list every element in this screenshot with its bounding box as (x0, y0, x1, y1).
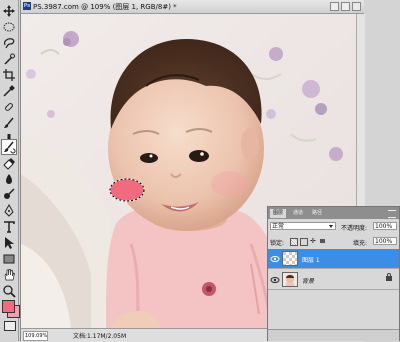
eyedropper-tool-icon[interactable] (2, 84, 16, 98)
chevron-down-icon (329, 225, 333, 228)
minimize-icon[interactable] (330, 2, 339, 11)
path-select-tool-icon[interactable] (2, 236, 16, 250)
brush-tool-icon[interactable] (2, 116, 16, 130)
document-titlebar: Ps PS.3987.com @ 109% (图层 1, RGB/8#) * (21, 0, 364, 14)
zoom-level-field[interactable]: 109.09% (23, 331, 48, 341)
crop-tool-icon[interactable] (2, 68, 16, 82)
layer-thumbnail (282, 251, 298, 266)
panel-menu-icon[interactable] (388, 210, 396, 218)
close-icon[interactable] (352, 2, 361, 11)
layer-name: 图层 1 (302, 257, 320, 264)
foreground-color-swatch[interactable] (2, 300, 15, 313)
tab-layers[interactable]: 图层 (270, 209, 287, 218)
lasso-tool-icon[interactable] (2, 36, 16, 50)
layer-name: 背景 (302, 278, 315, 285)
lock-fill-row: 锁定: ✛ 填充: 100% (270, 237, 398, 248)
maximize-icon[interactable] (341, 2, 350, 11)
hand-tool-icon[interactable] (2, 268, 16, 282)
type-tool-icon[interactable] (2, 220, 16, 234)
blend-mode-select[interactable]: 正常 (270, 222, 336, 230)
panel-tabs: 图层 通道 路径 (268, 207, 399, 219)
eye-icon[interactable] (270, 254, 280, 264)
layers-panel-footer (268, 329, 399, 341)
marquee-tool-icon[interactable] (2, 20, 16, 34)
shape-tool-icon[interactable] (2, 252, 16, 266)
pen-tool-icon[interactable] (2, 204, 16, 218)
blend-mode-value: 正常 (272, 223, 285, 230)
quick-mask-icon[interactable] (4, 321, 16, 331)
lock-label: 锁定: (270, 240, 285, 247)
lock-all-icon[interactable] (320, 239, 325, 243)
document-title: PS.3987.com @ 109% (图层 1, RGB/8#) * (33, 3, 177, 11)
document-size-info: 文档:1.17M/2.05M (73, 333, 127, 340)
blur-tool-icon[interactable] (2, 188, 16, 202)
layer-row-background[interactable]: 背景 (268, 270, 399, 290)
layer-row-layer1[interactable]: 图层 1 (268, 249, 399, 269)
lock-pixels-icon[interactable] (300, 238, 308, 246)
tab-channels[interactable]: 通道 (290, 209, 306, 218)
fill-label: 填充: (353, 240, 368, 247)
layers-panel: 图层 通道 路径 正常 不透明度: 100% 锁定: ✛ 填充: 100% 图层… (267, 206, 400, 341)
layer-thumbnail (282, 272, 298, 287)
lock-transparency-icon[interactable] (290, 238, 298, 246)
blend-opacity-row: 正常 不透明度: 100% (270, 222, 398, 233)
zoom-tool-icon[interactable] (2, 284, 16, 298)
healing-brush-tool-icon[interactable] (2, 100, 16, 114)
eraser-tool-icon[interactable] (2, 156, 16, 170)
tools-panel (0, 0, 20, 341)
fill-field[interactable]: 100% (373, 237, 397, 245)
opacity-label: 不透明度: (341, 225, 368, 232)
lock-icon (386, 273, 392, 281)
lock-position-icon[interactable]: ✛ (310, 237, 316, 245)
photoshop-icon: Ps (23, 2, 31, 10)
tab-paths[interactable]: 路径 (309, 209, 325, 218)
move-tool-icon[interactable] (2, 4, 16, 18)
quick-select-tool-icon[interactable] (2, 52, 16, 66)
eye-icon[interactable] (270, 275, 280, 285)
gradient-tool-icon[interactable] (2, 172, 16, 186)
history-brush-tool-icon[interactable] (1, 139, 17, 155)
opacity-field[interactable]: 100% (373, 222, 397, 230)
